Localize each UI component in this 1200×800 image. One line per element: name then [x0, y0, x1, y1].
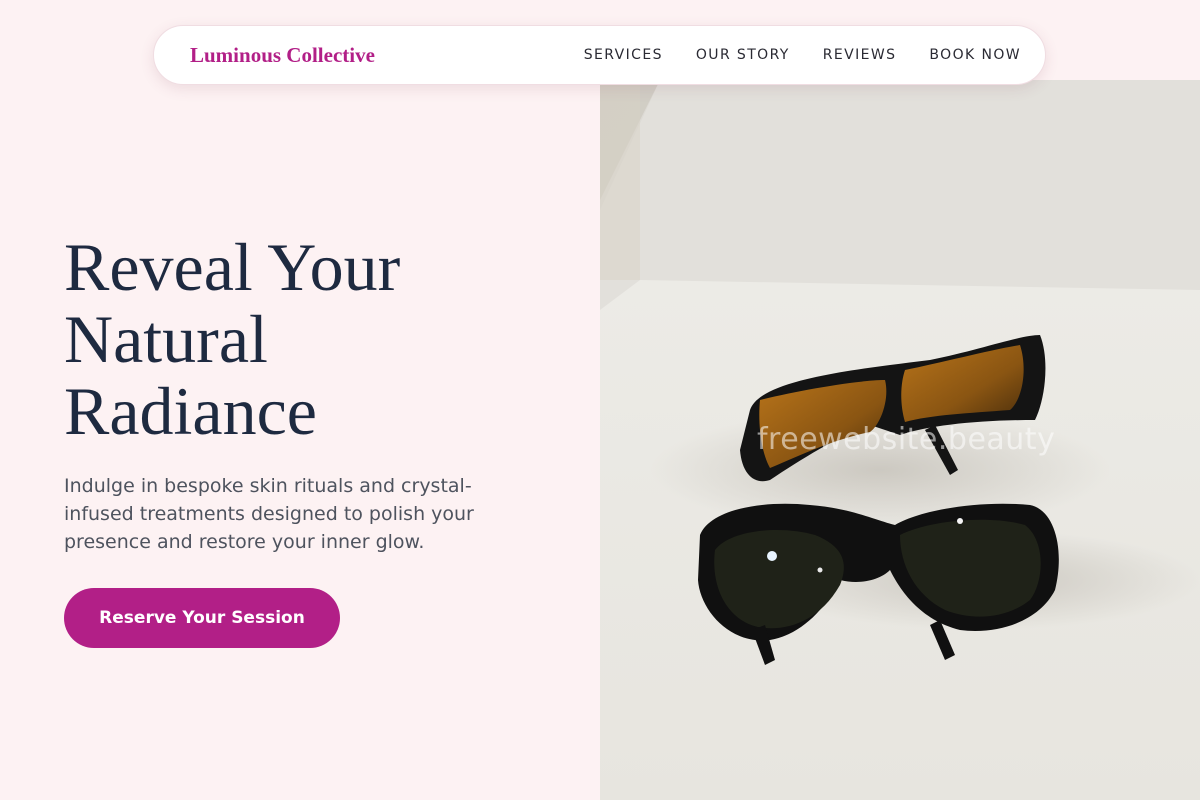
top-navigation: Luminous Collective SERVICES OUR STORY R…: [153, 25, 1046, 85]
nav-link-services[interactable]: SERVICES: [584, 47, 663, 63]
headline-line: Natural: [64, 301, 268, 377]
hero-headline: Reveal Your Natural Radiance: [64, 231, 564, 447]
brand-logo[interactable]: Luminous Collective: [180, 39, 385, 72]
hero-photo: freewebsite.beauty: [600, 80, 1200, 800]
watermark-text: freewebsite.beauty: [757, 422, 1056, 457]
nav-link-book-now[interactable]: BOOK NOW: [929, 47, 1021, 63]
hero-subtext: Indulge in bespoke skin rituals and crys…: [64, 475, 474, 553]
nav-link-reviews[interactable]: REVIEWS: [823, 47, 897, 63]
headline-line: Reveal Your: [64, 229, 401, 305]
nav-link-our-story[interactable]: OUR STORY: [696, 47, 790, 63]
reserve-session-button[interactable]: Reserve Your Session: [64, 588, 340, 648]
headline-line: Radiance: [64, 373, 317, 449]
nav-links: SERVICES OUR STORY REVIEWS BOOK NOW: [584, 47, 1021, 63]
